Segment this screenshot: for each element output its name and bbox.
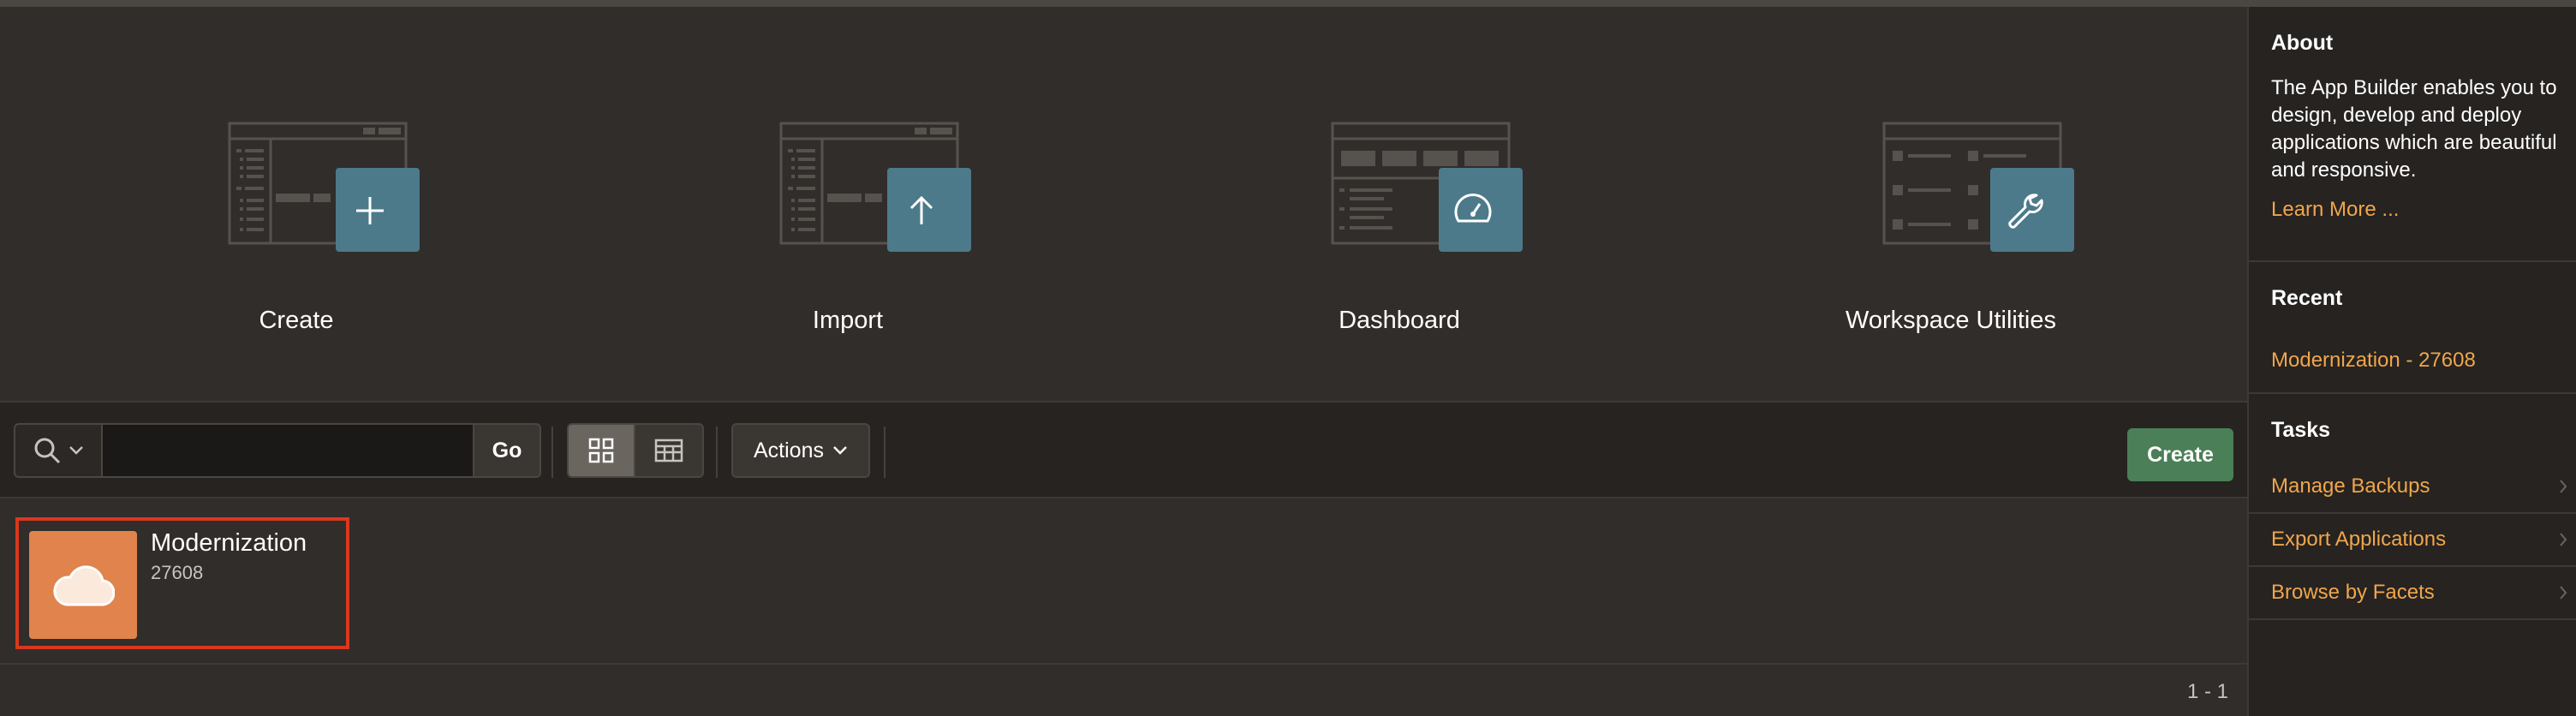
- plus-icon: [356, 197, 384, 224]
- toolbar-divider: [716, 427, 718, 478]
- apps-list: Modernization 27608: [0, 498, 2247, 670]
- report-view-button[interactable]: [635, 423, 704, 478]
- gauge-icon: [1454, 194, 1492, 223]
- about-region: About The App Builder enables you to des…: [2249, 7, 2576, 262]
- task-label: Export Applications: [2271, 528, 2447, 551]
- create-tile[interactable]: Create: [21, 7, 572, 401]
- create-app-button[interactable]: Create: [2127, 428, 2233, 481]
- task-label: Browse by Facets: [2271, 581, 2435, 604]
- task-browse-by-facets[interactable]: Browse by Facets: [2249, 567, 2576, 620]
- toolbar-divider: [552, 427, 553, 478]
- create-tile-label: Create: [259, 307, 334, 334]
- main-region: Create Import Dashboard Workspace Utilit…: [0, 7, 2247, 716]
- recent-region: Recent Modernization - 27608: [2249, 262, 2576, 394]
- task-manage-backups[interactable]: Manage Backups: [2249, 461, 2576, 514]
- grid-icon: [588, 438, 614, 463]
- search-group: Go: [14, 423, 541, 478]
- dashboard-illustration: [1331, 122, 1523, 252]
- search-input[interactable]: [103, 423, 473, 478]
- create-illustration: [228, 122, 420, 252]
- app-id: 27608: [151, 562, 204, 583]
- actions-menu-button[interactable]: Actions: [731, 423, 870, 478]
- hero-tiles: Create Import Dashboard Workspace Utilit…: [0, 7, 2247, 401]
- report-footer: 1 - 1: [0, 663, 2247, 716]
- import-tile[interactable]: Import: [572, 7, 1124, 401]
- chevron-right-icon: [2560, 586, 2567, 600]
- actions-label: Actions: [754, 438, 824, 462]
- wrench-icon: [2008, 194, 2043, 229]
- learn-more-link[interactable]: Learn More ...: [2249, 198, 2576, 222]
- recent-item-link[interactable]: Modernization - 27608: [2249, 349, 2576, 373]
- top-border: [0, 0, 2576, 7]
- toolbar-divider: [884, 427, 886, 478]
- app-name: Modernization: [151, 529, 307, 557]
- import-illustration: [779, 122, 971, 252]
- search-icon: [34, 438, 61, 464]
- dashboard-tile[interactable]: Dashboard: [1124, 7, 1675, 401]
- recent-title: Recent: [2271, 286, 2343, 310]
- search-toolbar: Go Actions Create: [0, 401, 2247, 498]
- task-label: Manage Backups: [2271, 474, 2430, 498]
- dashboard-tile-label: Dashboard: [1339, 307, 1460, 334]
- tasks-title: Tasks: [2271, 418, 2331, 442]
- arrow-up-icon: [909, 195, 933, 224]
- chevron-right-icon: [2560, 480, 2567, 493]
- workspace-utilities-tile[interactable]: Workspace Utilities: [1675, 7, 2227, 401]
- about-title: About: [2271, 31, 2334, 55]
- chevron-right-icon: [2560, 533, 2567, 546]
- app-icon: [29, 531, 137, 639]
- go-button[interactable]: Go: [473, 423, 541, 478]
- chevron-down-icon: [833, 446, 847, 455]
- about-text: The App Builder enables you to design, d…: [2271, 76, 2557, 182]
- app-card[interactable]: Modernization 27608: [15, 517, 349, 649]
- workspace-utilities-tile-label: Workspace Utilities: [1845, 307, 2057, 334]
- icon-view-button[interactable]: [567, 423, 635, 478]
- view-toggle: [567, 423, 704, 478]
- import-tile-label: Import: [812, 307, 884, 334]
- cloud-icon: [53, 565, 115, 606]
- right-sidebar: About The App Builder enables you to des…: [2247, 7, 2576, 716]
- table-icon: [654, 439, 683, 462]
- workspace-utilities-illustration: [1882, 122, 2074, 252]
- task-export-applications[interactable]: Export Applications: [2249, 514, 2576, 567]
- search-options-button[interactable]: [14, 423, 103, 478]
- pagination-text: 1 - 1: [2186, 680, 2228, 703]
- chevron-down-icon: [69, 446, 83, 455]
